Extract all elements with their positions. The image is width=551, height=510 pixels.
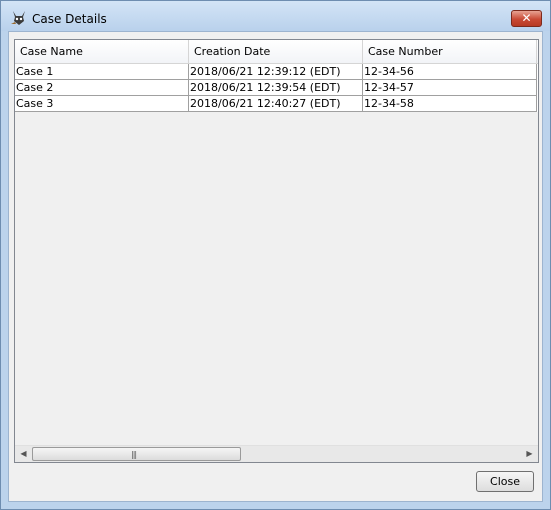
column-header-case-name[interactable]: Case Name [15,40,189,63]
table-row[interactable]: Case 3 2018/06/21 12:40:27 (EDT) 12-34-5… [15,96,538,112]
spy-dog-icon [11,11,25,25]
column-header-case-number[interactable]: Case Number [363,40,537,63]
close-icon: ✕ [521,11,532,25]
title-bar[interactable]: Case Details ✕ [1,1,550,31]
cell-creation-date: 2018/06/21 12:39:54 (EDT) [189,80,363,96]
table-row[interactable]: Case 1 2018/06/21 12:39:12 (EDT) 12-34-5… [15,64,538,80]
scrollbar-thumb[interactable]: ||| [32,447,241,461]
column-header-creation-date[interactable]: Creation Date [189,40,363,63]
cell-case-number: 12-34-57 [363,80,537,96]
cell-case-name: Case 2 [15,80,189,96]
table-row[interactable]: Case 2 2018/06/21 12:39:54 (EDT) 12-34-5… [15,80,538,96]
case-details-window: Case Details ✕ Case Name Creation Date C… [0,0,551,510]
dialog-body: Case Name Creation Date Case Number Case… [8,31,543,502]
grip-icon: ||| [131,450,137,459]
window-title: Case Details [32,12,107,26]
table-viewport: Case Name Creation Date Case Number Case… [15,40,538,445]
cell-creation-date: 2018/06/21 12:39:12 (EDT) [189,64,363,80]
scroll-right-arrow-icon[interactable]: ▶ [521,446,538,462]
case-table: Case Name Creation Date Case Number Case… [14,39,539,463]
scroll-left-arrow-icon[interactable]: ◀ [15,446,32,462]
cell-case-number: 12-34-58 [363,96,537,112]
cell-creation-date: 2018/06/21 12:40:27 (EDT) [189,96,363,112]
close-button[interactable]: Close [476,471,534,492]
cell-case-number: 12-34-56 [363,64,537,80]
table-header: Case Name Creation Date Case Number [15,40,538,64]
horizontal-scrollbar[interactable]: ◀ ||| ▶ [15,445,538,462]
cell-case-name: Case 3 [15,96,189,112]
window-close-button[interactable]: ✕ [511,10,542,27]
cell-case-name: Case 1 [15,64,189,80]
